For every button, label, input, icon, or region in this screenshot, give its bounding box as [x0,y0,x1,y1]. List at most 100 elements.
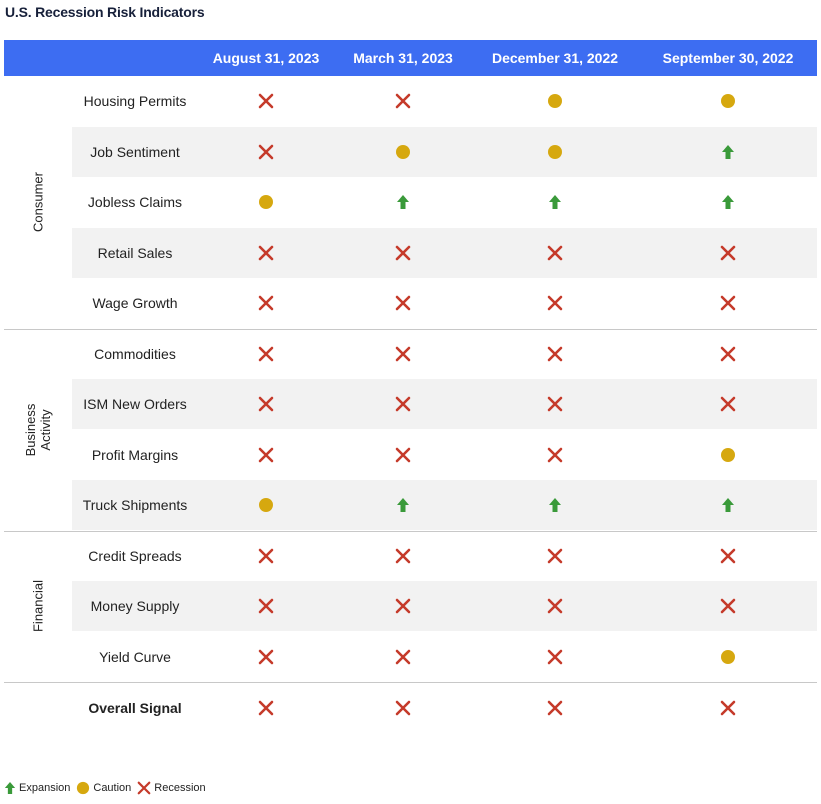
signal-cell [391,480,415,530]
circle-icon [258,497,274,513]
row-label: Commodities [94,345,176,362]
x-mark-icon [395,598,411,614]
signal-cell [391,329,415,379]
table-row: ISM New Orders [72,379,817,429]
signal-cell [254,278,278,328]
overall-signal-row: Overall Signal [72,683,817,733]
group-label: Consumer [30,172,46,233]
x-mark-icon [547,649,563,665]
legend: Expansion Caution Recession [4,780,212,796]
signal-cell [391,683,415,733]
table-row: Credit Spreads [72,531,817,581]
signal-cell [716,177,740,227]
circle-icon [395,144,411,160]
signal-cell [543,177,567,227]
up-arrow-icon [548,497,562,513]
column-header: August 31, 2023 [212,50,320,66]
row-label: Money Supply [90,598,180,614]
signal-cell [543,683,567,733]
x-mark-icon [547,346,563,362]
x-mark-icon [547,295,563,311]
table-row: Yield Curve [72,632,817,682]
up-arrow-icon [721,144,735,160]
x-mark-icon [395,700,411,716]
circle-icon [720,649,736,665]
signal-cell [391,228,415,278]
x-mark-icon [258,598,274,614]
up-arrow-icon [4,781,19,795]
group-label: Business Activity [23,403,53,456]
legend-label: Caution [93,782,132,794]
row-label: Profit Margins [91,446,179,463]
x-mark-icon [547,245,563,261]
up-arrow-icon [396,194,410,210]
x-mark-icon [395,245,411,261]
signal-cell [543,632,567,682]
signal-cell [391,430,415,480]
signal-cell [543,228,567,278]
x-mark-icon [547,700,563,716]
x-mark-icon [720,346,736,362]
x-mark-icon [547,447,563,463]
signal-cell [391,127,415,177]
circle-icon [258,194,274,210]
signal-cell [254,127,278,177]
signal-cell [391,379,415,429]
row-label: Yield Curve [99,648,171,665]
row-label: ISM New Orders [83,396,187,412]
row-label: Job Sentiment [90,143,180,160]
signal-cell [254,480,278,530]
group-label: Financial [30,580,46,633]
signal-cell [716,379,740,429]
signal-cell [543,430,567,480]
x-mark-icon [720,396,736,412]
signal-cell [716,127,740,177]
table-row: Job Sentiment [72,126,817,177]
signal-cell [543,581,567,631]
table-row: Commodities [72,329,817,379]
signal-cell [391,177,415,227]
chart-title: U.S. Recession Risk Indicators [5,4,205,20]
x-mark-icon [258,245,274,261]
signal-cell [254,228,278,278]
x-mark-icon [720,700,736,716]
signal-cell [543,278,567,328]
signal-cell [543,76,567,126]
signal-cell [391,581,415,631]
signal-cell [254,329,278,379]
x-mark-icon [258,295,274,311]
up-arrow-icon [548,194,562,210]
x-mark-icon [258,144,274,160]
x-mark-icon [720,548,736,564]
signal-cell [716,76,740,126]
table-row: Housing Permits [72,76,817,126]
table-row: Truck Shipments [72,480,817,530]
x-mark-icon [258,700,274,716]
signal-cell [716,278,740,328]
up-arrow-icon [721,497,735,513]
signal-cell [254,531,278,581]
table-header: August 31, 2023 March 31, 2023 December 31… [4,40,817,76]
row-label: Retail Sales [97,244,173,261]
table-row: Wage Growth [72,278,817,328]
x-mark-icon [395,346,411,362]
signal-cell [543,127,567,177]
x-mark-icon [395,447,411,463]
circle-icon [547,93,563,109]
row-label: Housing Permits [83,93,187,109]
x-mark-icon [258,447,274,463]
circle-icon [720,447,736,463]
signal-cell [254,76,278,126]
signal-cell [543,379,567,429]
table-row: Retail Sales [72,227,817,278]
column-header: September 30, 2022 [662,50,794,66]
signal-cell [716,581,740,631]
row-label: Wage Growth [92,295,178,311]
legend-label: Expansion [19,782,71,794]
signal-cell [254,683,278,733]
signal-cell [391,632,415,682]
x-mark-icon [547,396,563,412]
signal-cell [254,632,278,682]
signal-cell [254,379,278,429]
x-mark-icon [720,295,736,311]
